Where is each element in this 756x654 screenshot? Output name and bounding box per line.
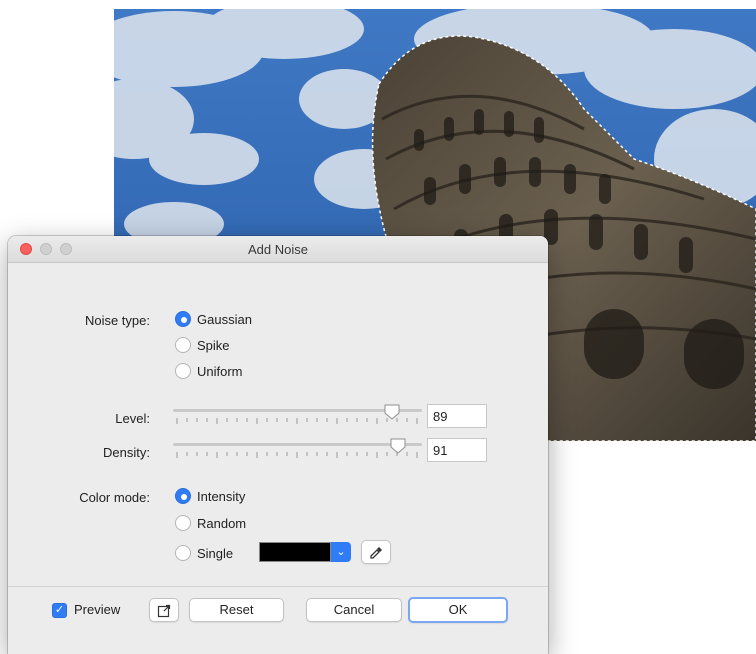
preview-checkbox[interactable]: ✓ (52, 603, 67, 618)
cancel-button[interactable]: Cancel (306, 598, 402, 622)
single-color-swatch[interactable] (259, 542, 331, 562)
noise-type-uniform-label: Uniform (197, 363, 243, 379)
reset-button[interactable]: Reset (189, 598, 284, 622)
add-noise-dialog: Add Noise Noise type: Gaussian Spike Uni… (8, 236, 548, 654)
color-mode-random-radio[interactable]: Random (175, 515, 246, 531)
color-mode-single-label: Single (197, 545, 234, 561)
color-mode-label: Color mode: (79, 490, 150, 505)
radio-indicator (175, 337, 191, 353)
level-slider[interactable] (173, 403, 422, 429)
radio-selected-indicator (175, 488, 191, 504)
eyedropper-button[interactable] (361, 540, 391, 564)
preview-label: Preview (74, 602, 121, 617)
radio-selected-indicator (175, 311, 191, 327)
noise-type-gaussian-radio[interactable]: Gaussian (175, 311, 252, 327)
noise-type-spike-radio[interactable]: Spike (175, 337, 230, 353)
dialog-titlebar[interactable]: Add Noise (8, 236, 548, 263)
radio-indicator (175, 515, 191, 531)
color-mode-intensity-radio[interactable]: Intensity (175, 488, 245, 504)
noise-type-label: Noise type: (84, 313, 150, 328)
export-button[interactable] (149, 598, 179, 622)
density-slider[interactable] (173, 437, 422, 463)
radio-indicator (175, 545, 191, 561)
dialog-title: Add Noise (248, 242, 308, 257)
noise-type-uniform-radio[interactable]: Uniform (175, 363, 243, 379)
level-label: Level: (115, 411, 150, 426)
noise-type-spike-label: Spike (197, 337, 230, 353)
radio-indicator (175, 363, 191, 379)
color-mode-single-radio[interactable]: Single (175, 545, 233, 561)
color-mode-intensity-label: Intensity (197, 488, 246, 504)
chevron-down-icon[interactable]: ⌄ (331, 542, 351, 562)
export-icon (157, 604, 171, 617)
footer-divider (8, 586, 548, 587)
density-input[interactable]: 91 (427, 438, 487, 462)
density-label: Density: (103, 445, 150, 460)
noise-type-gaussian-label: Gaussian (197, 311, 252, 327)
color-mode-random-label: Random (197, 515, 247, 531)
level-input[interactable]: 89 (427, 404, 487, 428)
eyedropper-icon (370, 546, 382, 559)
ok-button[interactable]: OK (408, 597, 508, 623)
